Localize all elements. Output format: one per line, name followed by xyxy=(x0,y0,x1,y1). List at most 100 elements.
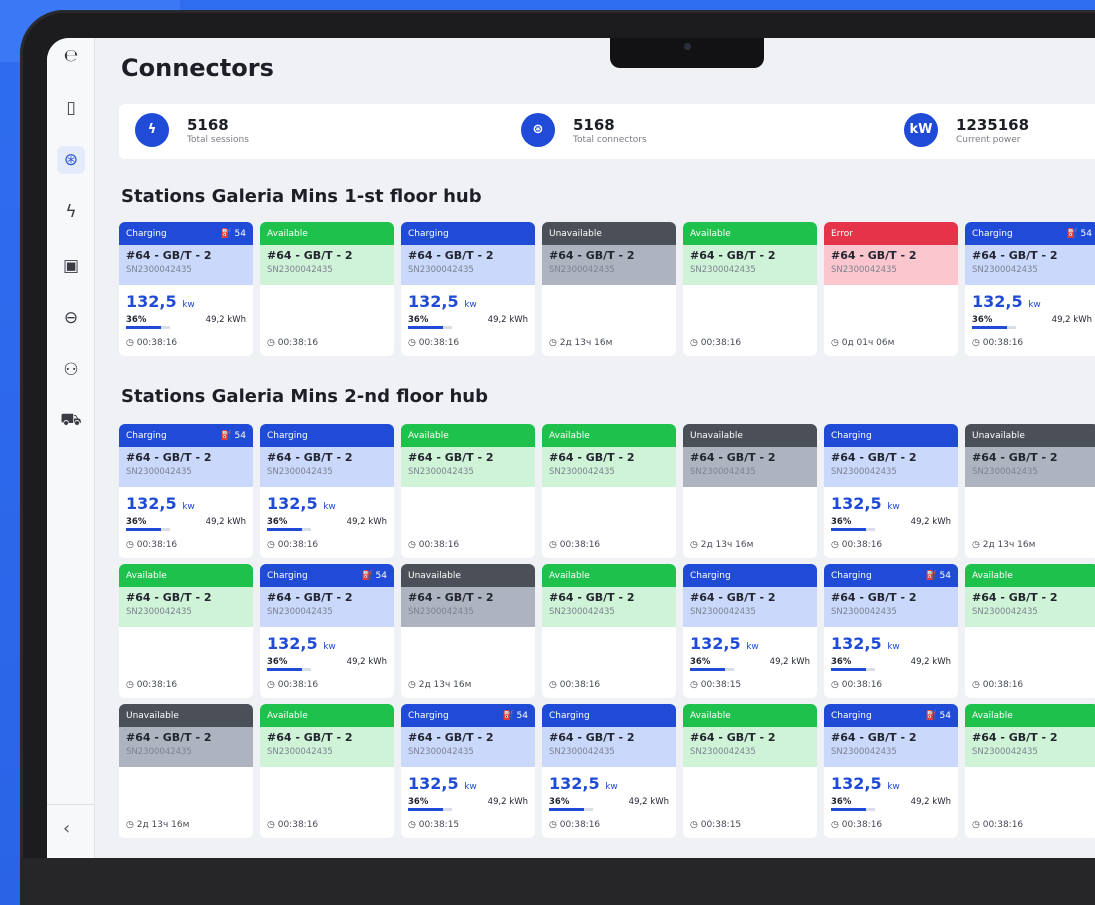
connector-card[interactable]: Unavailable #64 - GB/T - 2 SN2300042435 ◷ 2… xyxy=(542,222,676,356)
bolt-icon[interactable]: ϟ xyxy=(57,198,85,226)
clock-icon: ◷ xyxy=(690,820,698,830)
connector-name: #64 - GB/T - 2 xyxy=(690,249,776,262)
session-time-value: 00:38:15 xyxy=(700,680,742,690)
clock-icon: ◷ xyxy=(690,338,698,348)
serial-number: SN2300042435 xyxy=(126,607,192,617)
session-time-value: 00:38:16 xyxy=(277,540,319,550)
connector-card[interactable]: Charging #64 - GB/T - 2 SN2300042435 132,5 … xyxy=(401,222,535,356)
status-badge: Available xyxy=(119,564,253,587)
clock-icon: ◷ xyxy=(126,338,134,348)
session-time-value: 00:38:16 xyxy=(700,338,742,348)
connector-card[interactable]: Charging #64 - GB/T - 2 SN2300042435 132,5 … xyxy=(824,424,958,558)
power-value: 132,5 kw xyxy=(408,774,477,793)
charge-progress-bar xyxy=(267,528,311,531)
status-label: Unavailable xyxy=(690,430,743,441)
connector-card[interactable]: Charging ⛽ 54 #64 - GB/T - 2 SN2300042435 13… xyxy=(401,704,535,838)
connector-id-block: #64 - GB/T - 2 SN2300042435 xyxy=(401,245,535,285)
status-label: Available xyxy=(690,710,731,721)
energy-delivered: 49,2 kWh xyxy=(910,517,951,527)
serial-number: SN2300042435 xyxy=(126,747,192,757)
power-unit: kw xyxy=(1028,300,1041,310)
connector-icon[interactable]: ⊛ xyxy=(57,146,85,174)
connector-card[interactable]: Charging #64 - GB/T - 2 SN2300042435 132,5 … xyxy=(683,564,817,698)
status-label: Charging xyxy=(408,710,449,721)
charge-percent: 36% xyxy=(831,657,852,667)
connector-card[interactable]: Charging ⛽ 54 #64 - GB/T - 2 SN2300042435 13… xyxy=(260,564,394,698)
charge-progress-fill xyxy=(549,808,584,811)
plug-icon[interactable]: ⊖ xyxy=(57,304,85,332)
connector-card[interactable]: Charging ⛽ 54 #64 - GB/T - 2 SN2300042435 13… xyxy=(119,222,253,356)
logo-icon[interactable]: ℮ xyxy=(57,42,85,70)
session-time: ◷ 2д 13ч 16м xyxy=(972,540,1035,550)
session-time: ◷ 00:38:15 xyxy=(690,680,741,690)
power-unit: kw xyxy=(182,502,195,512)
session-time: ◷ 00:38:16 xyxy=(831,680,882,690)
connector-card[interactable]: Charging ⛽ 54 #64 - GB/T - 2 SN2300042435 13… xyxy=(824,564,958,698)
connector-name: #64 - GB/T - 2 xyxy=(831,731,917,744)
session-time: ◷ 0д 01ч 06м xyxy=(831,338,894,348)
session-time-value: 00:38:16 xyxy=(841,680,883,690)
connector-card[interactable]: Available #64 - GB/T - 2 SN2300042435 ◷ 00:… xyxy=(965,704,1095,838)
connector-card[interactable]: Available #64 - GB/T - 2 SN2300042435 ◷ 00:… xyxy=(542,564,676,698)
connector-card[interactable]: Available #64 - GB/T - 2 SN2300042435 ◷ 00:… xyxy=(119,564,253,698)
power-unit: kw xyxy=(182,300,195,310)
connector-card[interactable]: Available #64 - GB/T - 2 SN2300042435 ◷ 00:… xyxy=(260,222,394,356)
connector-card[interactable]: Unavailable #64 - GB/T - 2 SN2300042435 ◷ 2… xyxy=(401,564,535,698)
session-time-value: 00:38:16 xyxy=(559,680,601,690)
connector-card[interactable]: Charging #64 - GB/T - 2 SN2300042435 132,5 … xyxy=(542,704,676,838)
charge-progress-fill xyxy=(408,326,443,329)
connector-card[interactable]: Available #64 - GB/T - 2 SN2300042435 ◷ 00:… xyxy=(542,424,676,558)
connector-name: #64 - GB/T - 2 xyxy=(972,731,1058,744)
connector-card[interactable]: Charging ⛽ 54 #64 - GB/T - 2 SN2300042435 13… xyxy=(119,424,253,558)
connector-id-block: #64 - GB/T - 2 SN2300042435 xyxy=(119,447,253,487)
kw-icon: kW xyxy=(904,113,938,147)
payment-icon[interactable]: ▣ xyxy=(57,252,85,280)
status-badge: Unavailable xyxy=(401,564,535,587)
connector-card[interactable]: Available #64 - GB/T - 2 SN2300042435 ◷ 00:… xyxy=(683,704,817,838)
section-title-floor-1: Stations Galeria Mins 1-st floor hub xyxy=(121,186,482,207)
power-value: 132,5 kw xyxy=(831,774,900,793)
connector-name: #64 - GB/T - 2 xyxy=(549,731,635,744)
status-badge: Charging ⛽ 54 xyxy=(965,222,1095,245)
users-icon[interactable]: ⚇ xyxy=(57,356,85,384)
serial-number: SN2300042435 xyxy=(126,265,192,275)
connector-card[interactable]: Unavailable #64 - GB/T - 2 SN2300042435 ◷ 2… xyxy=(683,424,817,558)
charge-percent: 36% xyxy=(972,315,993,325)
clock-icon: ◷ xyxy=(408,680,416,690)
charge-progress-bar xyxy=(408,326,452,329)
connector-card[interactable]: Error #64 - GB/T - 2 SN2300042435 ◷ 0д 01ч … xyxy=(824,222,958,356)
connector-id-block: #64 - GB/T - 2 SN2300042435 xyxy=(401,447,535,487)
status-badge: Charging ⛽ 54 xyxy=(260,564,394,587)
connector-card[interactable]: Available #64 - GB/T - 2 SN2300042435 ◷ 00:… xyxy=(260,704,394,838)
connector-card[interactable]: Charging #64 - GB/T - 2 SN2300042435 132,5 … xyxy=(260,424,394,558)
connector-card[interactable]: Available #64 - GB/T - 2 SN2300042435 ◷ 00:… xyxy=(965,564,1095,698)
connector-slot-label: ⛽ 54 xyxy=(1066,228,1092,239)
clock-icon: ◷ xyxy=(267,680,275,690)
connector-card[interactable]: Unavailable #64 - GB/T - 2 SN2300042435 ◷ 2… xyxy=(965,424,1095,558)
clock-icon: ◷ xyxy=(549,338,557,348)
session-time: ◷ 00:38:16 xyxy=(267,680,318,690)
connector-card[interactable]: Available #64 - GB/T - 2 SN2300042435 ◷ 00:… xyxy=(401,424,535,558)
status-label: Available xyxy=(972,570,1013,581)
connector-name: #64 - GB/T - 2 xyxy=(972,451,1058,464)
connector-card[interactable]: Available #64 - GB/T - 2 SN2300042435 ◷ 00:… xyxy=(683,222,817,356)
clock-icon: ◷ xyxy=(972,338,980,348)
power-value: 132,5 kw xyxy=(831,634,900,653)
charge-progress-bar xyxy=(408,808,452,811)
connector-card[interactable]: Charging ⛽ 54 #64 - GB/T - 2 SN2300042435 13… xyxy=(965,222,1095,356)
session-time: ◷ 00:38:16 xyxy=(831,540,882,550)
connector-card[interactable]: Charging ⛽ 54 #64 - GB/T - 2 SN2300042435 13… xyxy=(824,704,958,838)
connector-card[interactable]: Unavailable #64 - GB/T - 2 SN2300042435 ◷ 2… xyxy=(119,704,253,838)
charge-percent: 36% xyxy=(408,797,429,807)
connector-name: #64 - GB/T - 2 xyxy=(690,731,776,744)
power-number: 132,5 xyxy=(549,774,600,793)
station-icon[interactable]: ▯ xyxy=(57,94,85,122)
charge-progress-fill xyxy=(831,528,866,531)
car-icon[interactable]: ⛟ xyxy=(57,406,85,434)
status-label: Charging xyxy=(549,710,590,721)
status-label: Available xyxy=(690,228,731,239)
collapse-sidebar-icon[interactable]: ‹ xyxy=(63,818,70,839)
bolt-icon: ϟ xyxy=(135,113,169,147)
charge-percent: 36% xyxy=(126,315,147,325)
session-time: ◷ 00:38:16 xyxy=(972,820,1023,830)
